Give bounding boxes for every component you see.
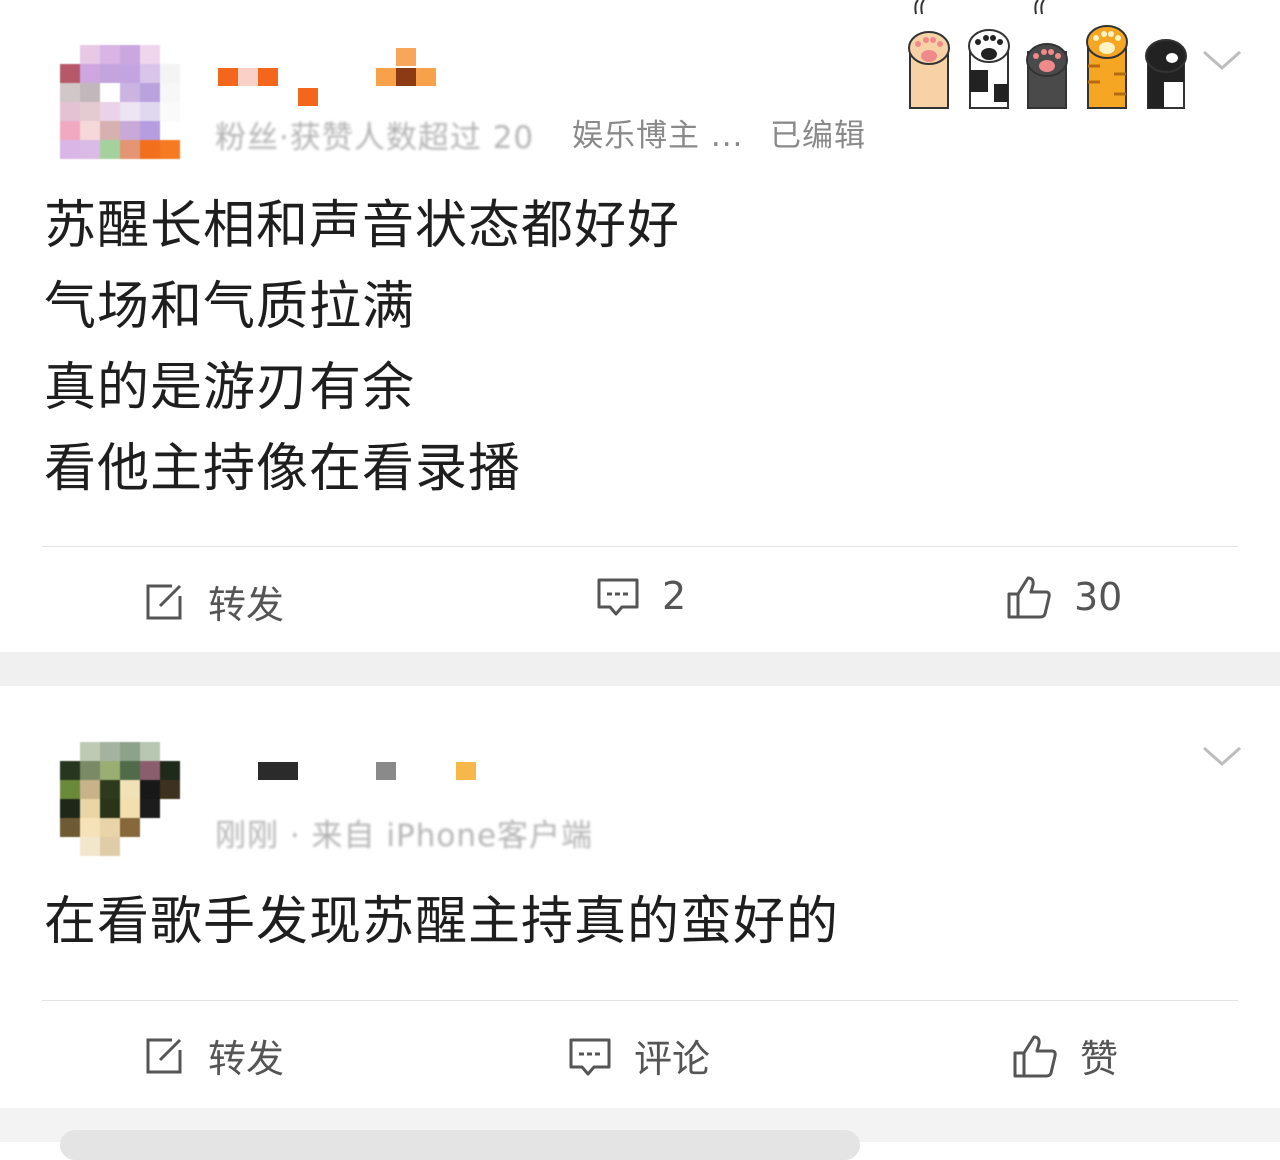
comment-bubble-icon [597, 578, 639, 616]
comment-count: 2 [662, 574, 687, 618]
content-line: 真的是游刃有余 [44, 358, 416, 418]
like-label: 赞 [1080, 1037, 1119, 1081]
avatar[interactable] [60, 742, 180, 856]
post-meta-info: 刚刚 · 来自 iPhone客户端 [215, 818, 594, 854]
chevron-down-icon[interactable] [1202, 744, 1242, 768]
avatar[interactable] [60, 45, 180, 159]
chevron-down-icon[interactable] [1202, 48, 1242, 72]
edited-label: 已编辑 [770, 118, 866, 154]
username-redacted[interactable] [258, 762, 498, 786]
repost-button[interactable]: 转发 [142, 574, 284, 629]
edit-square-icon [146, 1038, 182, 1073]
repost-label: 转发 [208, 1037, 285, 1081]
post-content: 在看歌手发现苏醒主持真的蛮好的 [44, 882, 839, 963]
like-button[interactable]: 赞 [1012, 1028, 1118, 1083]
post-card: 刚刚 · 来自 iPhone客户端 在看歌手发现苏醒主持真的蛮好的 转发 评论 … [0, 686, 1280, 1108]
divider [42, 1000, 1238, 1001]
repost-button[interactable]: 转发 [142, 1028, 284, 1083]
content-line: 气场和气质拉满 [44, 277, 416, 337]
comment-button[interactable]: 2 [596, 574, 686, 618]
post-content: 苏醒长相和声音状态都好好 气场和气质拉满 真的是游刃有余 看他主持像在看录播 [44, 186, 680, 510]
divider [42, 546, 1238, 547]
comment-button[interactable]: 评论 [568, 1028, 710, 1083]
cat-paws-decoration [908, 0, 1187, 109]
comment-label: 评论 [634, 1037, 711, 1081]
content-line: 看他主持像在看录播 [44, 439, 522, 499]
post-meta-info: 粉丝·获赞人数超过 20 [215, 120, 535, 156]
thumbs-up-icon [1013, 1035, 1057, 1077]
repost-label: 转发 [208, 583, 285, 627]
edit-square-icon [146, 584, 182, 619]
next-post-edge [60, 1130, 860, 1160]
comment-bubble-icon [569, 1038, 611, 1075]
post-card: 粉丝·获赞人数超过 20 娱乐博主 ... 已编辑 苏醒长相和声音状态都好好 气… [0, 0, 1280, 652]
thumbs-up-icon [1007, 576, 1051, 619]
like-button[interactable]: 30 [1006, 574, 1122, 620]
user-tag[interactable]: 娱乐博主 ... [572, 110, 743, 155]
like-count: 30 [1074, 575, 1123, 619]
content-line: 苏醒长相和声音状态都好好 [44, 196, 681, 256]
post-separator [0, 652, 1280, 686]
content-line: 在看歌手发现苏醒主持真的蛮好的 [44, 892, 840, 952]
username-redacted[interactable] [218, 48, 458, 106]
